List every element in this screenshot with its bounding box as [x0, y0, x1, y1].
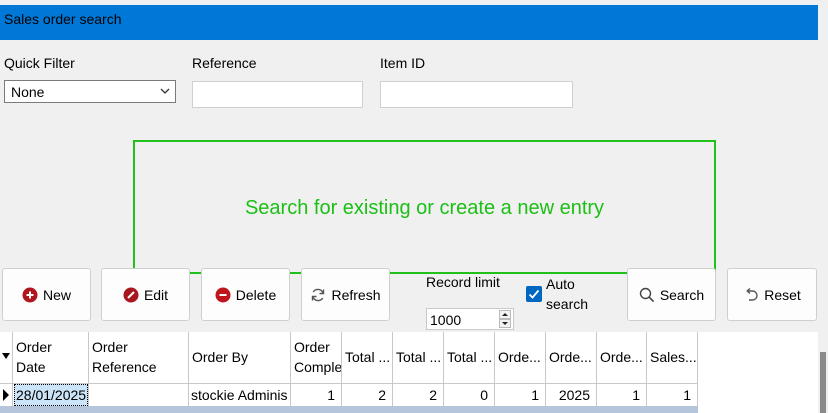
- undo-icon: [746, 287, 758, 301]
- record-limit-value: 1000: [430, 312, 462, 328]
- reset-button-label: Reset: [764, 286, 801, 303]
- table-cell-total-2[interactable]: 2: [393, 384, 444, 406]
- table-cell-order-date[interactable]: 28/01/2025: [13, 384, 89, 406]
- record-limit-stepper[interactable]: 1000: [426, 308, 514, 330]
- column-header-order-reference[interactable]: Order Reference: [89, 332, 189, 384]
- auto-search-label: Auto: [546, 276, 575, 292]
- new-button[interactable]: New: [2, 268, 91, 321]
- table-cell-order-reference[interactable]: [89, 384, 189, 406]
- column-header-sales[interactable]: Sales...: [647, 332, 698, 384]
- column-header-order-2[interactable]: Orde...: [546, 332, 597, 384]
- auto-search-label-line2: search: [546, 296, 589, 312]
- table-cell-total-3[interactable]: 0: [444, 384, 495, 406]
- table-cell-order-1[interactable]: 1: [495, 384, 546, 406]
- delete-button[interactable]: Delete: [201, 268, 290, 321]
- quick-filter-value: None: [11, 84, 45, 100]
- reference-label: Reference: [192, 55, 257, 71]
- checkmark-icon: [528, 289, 540, 299]
- quick-filter-label: Quick Filter: [4, 55, 75, 71]
- column-header-order-complete[interactable]: Order Comple: [291, 332, 342, 384]
- table-cell-sales[interactable]: 1: [647, 384, 698, 406]
- reset-button[interactable]: Reset: [727, 268, 817, 321]
- column-header-order-3[interactable]: Orde...: [597, 332, 647, 384]
- refresh-icon: [312, 288, 325, 301]
- table-row-next[interactable]: [0, 406, 698, 413]
- plus-circle-icon: [22, 287, 38, 302]
- refresh-button[interactable]: Refresh: [301, 268, 390, 321]
- search-button-label: Search: [659, 286, 705, 303]
- current-row-indicator-icon: [3, 389, 9, 401]
- delete-button-label: Delete: [235, 286, 277, 303]
- auto-search-checkbox[interactable]: [526, 286, 542, 302]
- window-title-bar: Sales order search: [0, 5, 818, 40]
- table-cell-total-1[interactable]: 2: [342, 384, 393, 406]
- column-header-order-1[interactable]: Orde...: [495, 332, 546, 384]
- column-header-order-date[interactable]: Order Date: [13, 332, 89, 384]
- sort-indicator-icon: [2, 353, 10, 359]
- new-button-label: New: [42, 286, 71, 303]
- item-id-label: Item ID: [380, 55, 426, 71]
- pencil-circle-icon: [123, 287, 139, 302]
- table-cell-order-complete[interactable]: 1: [291, 384, 342, 406]
- item-id-input[interactable]: [380, 81, 573, 108]
- column-header-total-3[interactable]: Total ...: [444, 332, 495, 384]
- table-cell-order-2[interactable]: 2025: [546, 384, 597, 406]
- column-header-order-by[interactable]: Order By: [189, 332, 291, 384]
- empty-state-panel: Search for existing or create a new entr…: [133, 140, 716, 274]
- quick-filter-select[interactable]: None: [4, 80, 176, 103]
- row-header-corner: [0, 332, 13, 384]
- edit-button-label: Edit: [143, 286, 169, 303]
- refresh-button-label: Refresh: [331, 286, 381, 303]
- window-title: Sales order search: [4, 11, 122, 27]
- row-selector[interactable]: [0, 384, 13, 406]
- record-limit-label: Record limit: [426, 274, 500, 290]
- table-cell-order-3[interactable]: 1: [597, 384, 647, 406]
- empty-state-message: Search for existing or create a new entr…: [244, 197, 605, 219]
- edit-button[interactable]: Edit: [101, 268, 190, 321]
- grid-vertical-scrollbar[interactable]: [818, 332, 828, 413]
- column-header-total-1[interactable]: Total ...: [342, 332, 393, 384]
- reference-input[interactable]: [192, 81, 363, 108]
- column-header-total-2[interactable]: Total ...: [393, 332, 444, 384]
- sales-order-grid[interactable]: Order Date Order Reference Order By Orde…: [0, 332, 818, 413]
- search-button[interactable]: Search: [627, 268, 716, 321]
- spin-arrows-icon[interactable]: [499, 310, 511, 328]
- scrollbar-thumb[interactable]: [820, 352, 826, 413]
- chevron-down-icon: [160, 88, 170, 94]
- table-cell-order-by[interactable]: stockie Adminis: [189, 384, 291, 406]
- minus-circle-icon: [215, 287, 231, 302]
- search-icon: [639, 287, 654, 302]
